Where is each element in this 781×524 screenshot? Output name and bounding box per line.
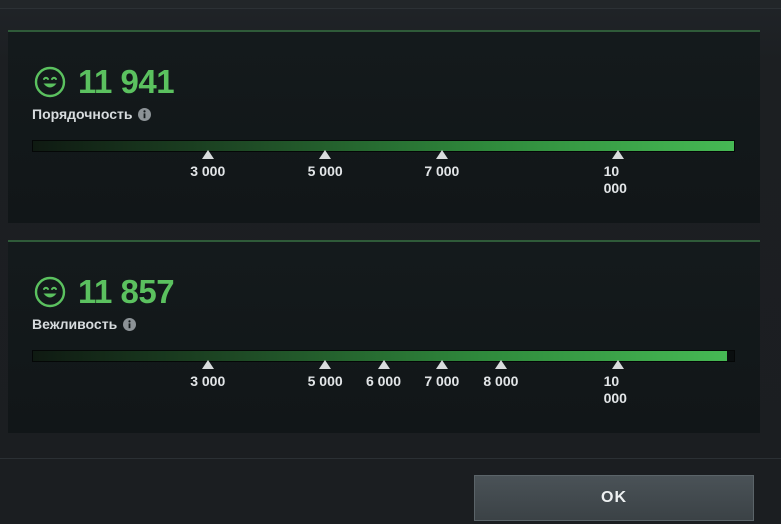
marker-triangle-icon [611,150,624,159]
footer-divider [0,458,781,459]
metric-panel-politeness: 11 857 Вежливость 3 000 5 000 6 000 7 000 8 … [8,240,760,433]
progress-bar [32,140,735,152]
marker-triangle-icon [435,360,448,369]
marker-triangle-icon [201,360,214,369]
smiley-face-icon [34,66,66,98]
score-value: 11 941 [78,63,175,100]
marker-label: 10 000 [603,163,627,196]
progress-bar-fill [33,141,734,151]
info-icon[interactable] [138,107,152,121]
header-strip [0,0,781,9]
marker-triangle-icon [201,150,214,159]
marker-label: 7 000 [424,373,460,389]
marker-triangle-icon [435,150,448,159]
marker-triangle-icon [319,360,332,369]
metric-label: Вежливость [32,316,118,332]
marker-triangle-icon [377,360,390,369]
marker-label: 5 000 [307,373,343,389]
info-icon[interactable] [123,317,137,331]
score-value: 11 857 [78,273,175,310]
metric-label: Порядочность [32,106,133,122]
conduct-summary-dialog: 11 941 Порядочность 3 000 5 000 7 000 10 00… [0,0,781,524]
ok-button[interactable]: OK [474,475,754,521]
metric-panel-conduct: 11 941 Порядочность 3 000 5 000 7 000 10 00… [8,30,760,223]
marker-label: 6 000 [365,373,402,389]
score-row: 11 857 [34,272,175,312]
marker-label: 3 000 [190,373,226,389]
marker-triangle-icon [494,360,507,369]
marker-triangle-icon [319,150,332,159]
metric-label-row: Вежливость [32,316,137,332]
metric-label-row: Порядочность [32,106,152,122]
marker-label: 8 000 [483,373,519,389]
marker-label: 5 000 [307,163,343,179]
smiley-face-icon [34,276,66,308]
marker-label: 10 000 [603,373,627,406]
score-row: 11 941 [34,62,175,102]
marker-label: 7 000 [424,163,460,179]
marker-triangle-icon [611,360,624,369]
marker-label: 3 000 [190,163,226,179]
